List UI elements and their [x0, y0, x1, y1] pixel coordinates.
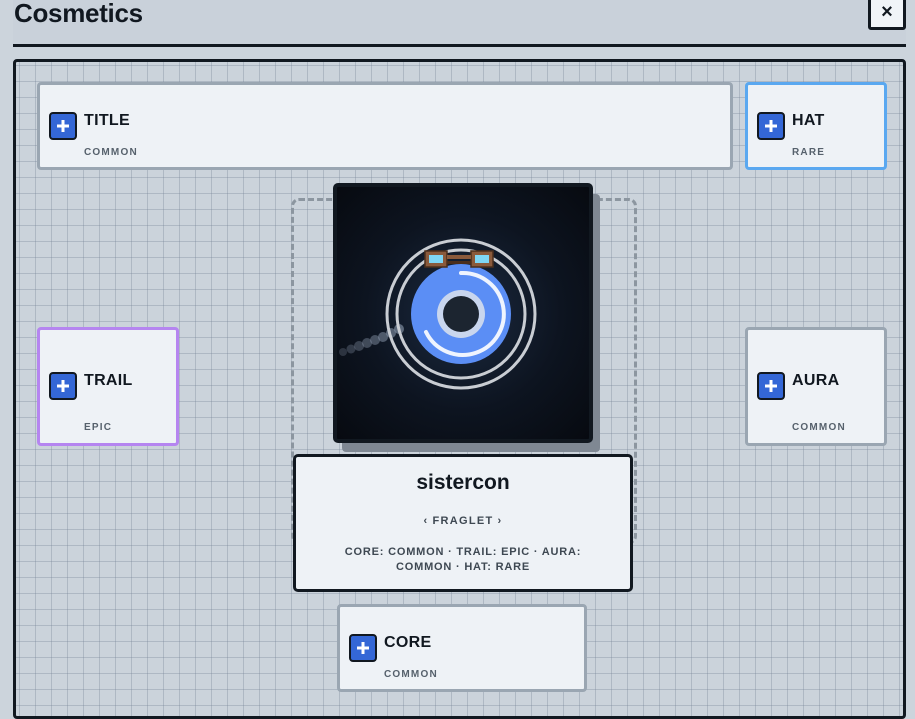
kind-label: FRAGLET — [432, 515, 494, 527]
slot-label: AURA — [792, 372, 840, 389]
close-button[interactable]: × — [868, 0, 906, 30]
loadout-summary: CORE: COMMON · TRAIL: EPIC · AURA: COMMO… — [344, 546, 582, 573]
slot-label: CORE — [384, 634, 432, 651]
page-title: Cosmetics — [14, 0, 143, 28]
cosmetics-board: TITLE COMMON HAT RARE TRAIL EPIC AURA CO… — [13, 59, 906, 719]
slot-aura[interactable]: AURA COMMON — [745, 327, 887, 446]
plus-icon — [757, 112, 785, 140]
plus-icon — [49, 112, 77, 140]
slot-rarity: RARE — [792, 147, 826, 158]
slot-rarity: COMMON — [84, 147, 138, 158]
slot-label: TITLE — [84, 112, 130, 129]
character-name: sistercon — [416, 471, 510, 494]
core-eye — [443, 296, 479, 332]
slot-rarity: COMMON — [384, 669, 438, 680]
kind-next-button[interactable]: › — [498, 515, 503, 527]
kind-prev-button[interactable]: ‹ — [424, 515, 429, 527]
trail-particles — [339, 324, 404, 356]
slot-core[interactable]: CORE COMMON — [337, 604, 587, 692]
slot-rarity: EPIC — [84, 422, 113, 433]
slot-label: TRAIL — [84, 372, 133, 389]
slot-rarity: COMMON — [792, 422, 846, 433]
character-info-card: sistercon ‹ FRAGLET › CORE: COMMON · TRA… — [293, 454, 633, 592]
slot-title[interactable]: TITLE COMMON — [37, 82, 733, 170]
plus-icon — [349, 634, 377, 662]
close-icon: × — [881, 0, 893, 23]
fraglet-sprite — [339, 238, 537, 390]
kind-selector: ‹ FRAGLET › — [296, 515, 630, 527]
slot-label: HAT — [792, 112, 825, 129]
slot-hat[interactable]: HAT RARE — [745, 82, 887, 170]
slot-trail[interactable]: TRAIL EPIC — [37, 327, 179, 446]
plus-icon — [49, 372, 77, 400]
plus-icon — [757, 372, 785, 400]
header: Cosmetics × — [13, 0, 906, 47]
character-preview — [333, 183, 593, 443]
